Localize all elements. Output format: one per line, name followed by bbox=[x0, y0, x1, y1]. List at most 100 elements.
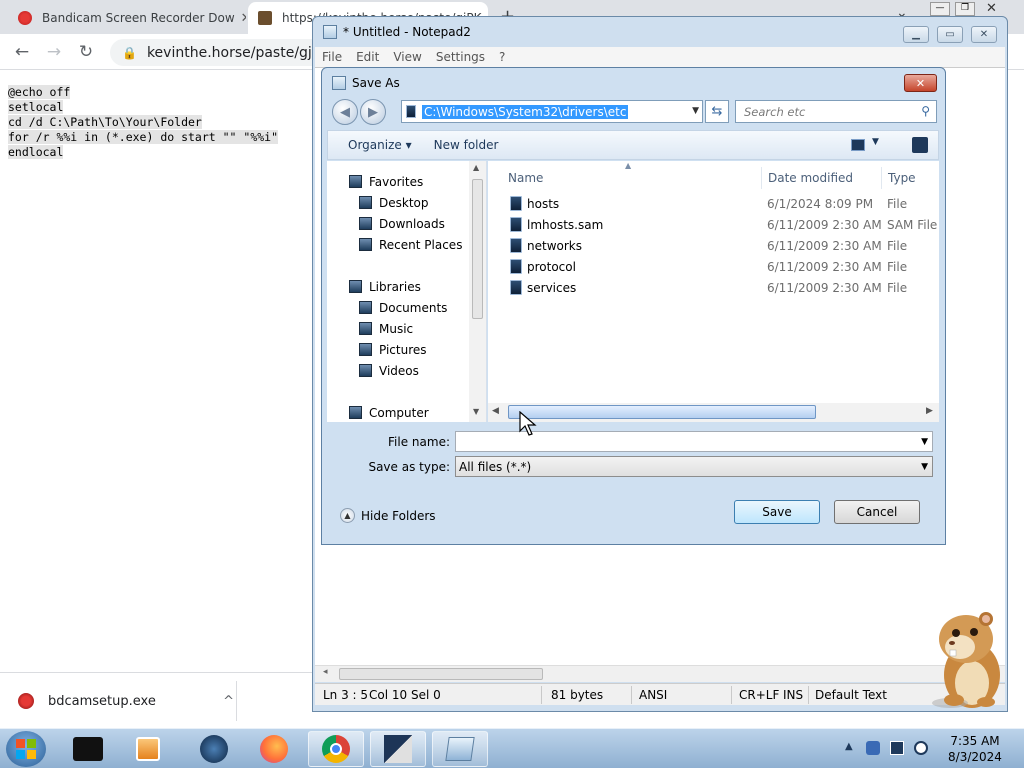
organize-button[interactable]: Organize ▾ bbox=[338, 138, 422, 152]
chevron-down-icon[interactable]: ▼ bbox=[692, 106, 699, 116]
scrollbar-thumb[interactable] bbox=[508, 405, 816, 419]
back-icon[interactable]: ◀ bbox=[332, 99, 358, 125]
nav-item-music[interactable]: Music bbox=[359, 318, 479, 339]
new-folder-button[interactable]: New folder bbox=[424, 138, 509, 152]
volume-tray-icon[interactable] bbox=[914, 741, 928, 755]
lock-icon: 🔒 bbox=[122, 45, 137, 60]
address-bar[interactable]: 🔒 kevinthe.horse/paste/gjPKo bbox=[110, 39, 340, 66]
notepad-status-bar: Ln 3 : 5 Col 10 Sel 0 81 bytes ANSI CR+L… bbox=[315, 683, 1005, 705]
menu-settings[interactable]: Settings bbox=[429, 50, 492, 64]
notepad-maximize-button[interactable]: ▭ bbox=[937, 26, 963, 43]
menu-file[interactable]: File bbox=[315, 50, 349, 64]
taskbar-chrome[interactable] bbox=[308, 731, 364, 767]
dialog-close-button[interactable]: ✕ bbox=[904, 74, 937, 92]
taskbar-media-player[interactable] bbox=[120, 731, 176, 767]
save-as-type-label: Save as type: bbox=[368, 460, 450, 474]
nav-item-favorites[interactable]: Favorites bbox=[349, 171, 479, 192]
notepad-close-button[interactable]: ✕ bbox=[971, 26, 997, 43]
chevron-down-icon[interactable]: ▼ bbox=[921, 462, 928, 472]
taskbar-clock[interactable]: 7:35 AM 8/3/2024 bbox=[940, 733, 1010, 765]
file-list-horizontal-scrollbar[interactable]: ◀ ▶ bbox=[488, 403, 939, 422]
file-row[interactable]: protocol 6/11/2009 2:30 AM File bbox=[488, 256, 939, 277]
view-icon[interactable] bbox=[851, 139, 865, 151]
nav-item-videos[interactable]: Videos bbox=[359, 360, 479, 381]
notepad-horizontal-scrollbar[interactable]: ◂ bbox=[315, 665, 1005, 682]
column-header-name[interactable]: Name bbox=[508, 171, 543, 185]
navigation-pane: Favorites Desktop Downloads Recent Place… bbox=[327, 161, 487, 422]
help-icon[interactable] bbox=[912, 137, 928, 153]
scroll-left-icon[interactable]: ◀ bbox=[492, 406, 499, 416]
browser-close-icon[interactable]: ✕ bbox=[986, 1, 997, 16]
file-date: 6/11/2009 2:30 AM bbox=[767, 259, 882, 274]
notepad2-icon bbox=[445, 737, 475, 761]
save-as-type-select[interactable]: All files (*.*) ▼ bbox=[455, 456, 933, 477]
nav-item-recent-places[interactable]: Recent Places bbox=[359, 234, 479, 255]
divider bbox=[541, 686, 542, 704]
file-row[interactable]: networks 6/11/2009 2:30 AM File bbox=[488, 235, 939, 256]
taskbar-bandicut[interactable] bbox=[370, 731, 426, 767]
browser-restore-icon[interactable]: ❐ bbox=[955, 2, 975, 16]
file-row[interactable]: lmhosts.sam 6/11/2009 2:30 AM SAM File bbox=[488, 214, 939, 235]
status-size: 81 bytes bbox=[551, 688, 604, 702]
hide-folders-button[interactable]: ▲ Hide Folders bbox=[340, 508, 436, 523]
videos-icon bbox=[359, 364, 372, 377]
scroll-left-icon[interactable]: ◂ bbox=[323, 667, 328, 677]
file-name-label: File name: bbox=[388, 435, 450, 449]
tray-expand-icon[interactable]: ▲ bbox=[845, 741, 853, 752]
network-tray-icon[interactable] bbox=[890, 741, 904, 755]
reload-icon[interactable]: ↻ bbox=[74, 40, 98, 64]
chrome-icon bbox=[322, 735, 350, 763]
cancel-button[interactable]: Cancel bbox=[834, 500, 920, 524]
forward-icon[interactable]: ▶ bbox=[360, 99, 386, 125]
menu-edit[interactable]: Edit bbox=[349, 50, 386, 64]
tab-close-icon[interactable]: ✕ bbox=[235, 11, 246, 26]
taskbar-app-unknown[interactable] bbox=[60, 731, 116, 767]
file-row[interactable]: hosts 6/1/2024 8:09 PM File bbox=[488, 193, 939, 214]
browser-minimize-icon[interactable]: — bbox=[930, 2, 950, 16]
code-line: endlocal bbox=[8, 145, 64, 159]
nav-item-documents[interactable]: Documents bbox=[359, 297, 479, 318]
column-header-date[interactable]: Date modified bbox=[768, 171, 853, 185]
globe-icon bbox=[200, 735, 228, 763]
search-input[interactable]: Search etc ⚲ bbox=[735, 100, 937, 123]
file-row[interactable]: services 6/11/2009 2:30 AM File bbox=[488, 277, 939, 298]
status-eol[interactable]: CR+LF bbox=[739, 688, 779, 702]
nav-item-desktop[interactable]: Desktop bbox=[359, 192, 479, 213]
taskbar-app-globe[interactable] bbox=[186, 731, 242, 767]
save-as-type-value: All files (*.*) bbox=[459, 459, 532, 474]
status-encoding[interactable]: ANSI bbox=[639, 688, 667, 702]
nav-item-computer[interactable]: Computer bbox=[349, 402, 479, 423]
menu-help[interactable]: ? bbox=[492, 50, 512, 64]
start-button[interactable] bbox=[6, 731, 46, 767]
bluetooth-tray-icon[interactable] bbox=[866, 741, 880, 755]
taskbar-notepad2[interactable] bbox=[432, 731, 488, 767]
notepad-minimize-button[interactable]: ▁ bbox=[903, 26, 929, 43]
nav-scrollbar[interactable]: ▲ ▼ bbox=[469, 161, 486, 422]
nav-item-pictures[interactable]: Pictures bbox=[359, 339, 479, 360]
scroll-down-icon[interactable]: ▼ bbox=[473, 407, 479, 416]
download-item[interactable]: bdcamsetup.exe ^ bbox=[18, 687, 234, 715]
scroll-up-icon[interactable]: ▲ bbox=[473, 163, 479, 172]
chevron-down-icon[interactable]: ▼ bbox=[921, 437, 928, 447]
search-icon[interactable]: ⚲ bbox=[921, 104, 930, 118]
scroll-right-icon[interactable]: ▶ bbox=[926, 406, 933, 416]
chevron-down-icon[interactable]: ▼ bbox=[872, 137, 879, 147]
forward-icon[interactable]: → bbox=[42, 40, 66, 64]
save-button[interactable]: Save bbox=[734, 500, 820, 524]
refresh-icon[interactable]: ⇆ bbox=[705, 100, 729, 123]
back-icon[interactable]: ← bbox=[10, 40, 34, 64]
nav-item-downloads[interactable]: Downloads bbox=[359, 213, 479, 234]
menu-view[interactable]: View bbox=[386, 50, 428, 64]
taskbar-firefox[interactable] bbox=[246, 731, 302, 767]
scrollbar-thumb[interactable] bbox=[339, 668, 543, 680]
clock-time: 7:35 AM bbox=[950, 734, 1000, 748]
tab-bandicam[interactable]: Bandicam Screen Recorder Dow ✕ bbox=[8, 2, 246, 34]
address-field[interactable]: C:\Windows\System32\drivers\etc ▼ bbox=[401, 100, 703, 123]
download-chevron-icon[interactable]: ^ bbox=[223, 694, 234, 709]
libraries-group: Libraries Documents Music Pictures Video… bbox=[349, 276, 479, 381]
column-header-type[interactable]: Type bbox=[888, 171, 916, 185]
file-name: protocol bbox=[527, 259, 576, 274]
nav-item-libraries[interactable]: Libraries bbox=[349, 276, 479, 297]
scrollbar-thumb[interactable] bbox=[472, 179, 483, 319]
status-scheme[interactable]: Default Text bbox=[815, 688, 887, 702]
